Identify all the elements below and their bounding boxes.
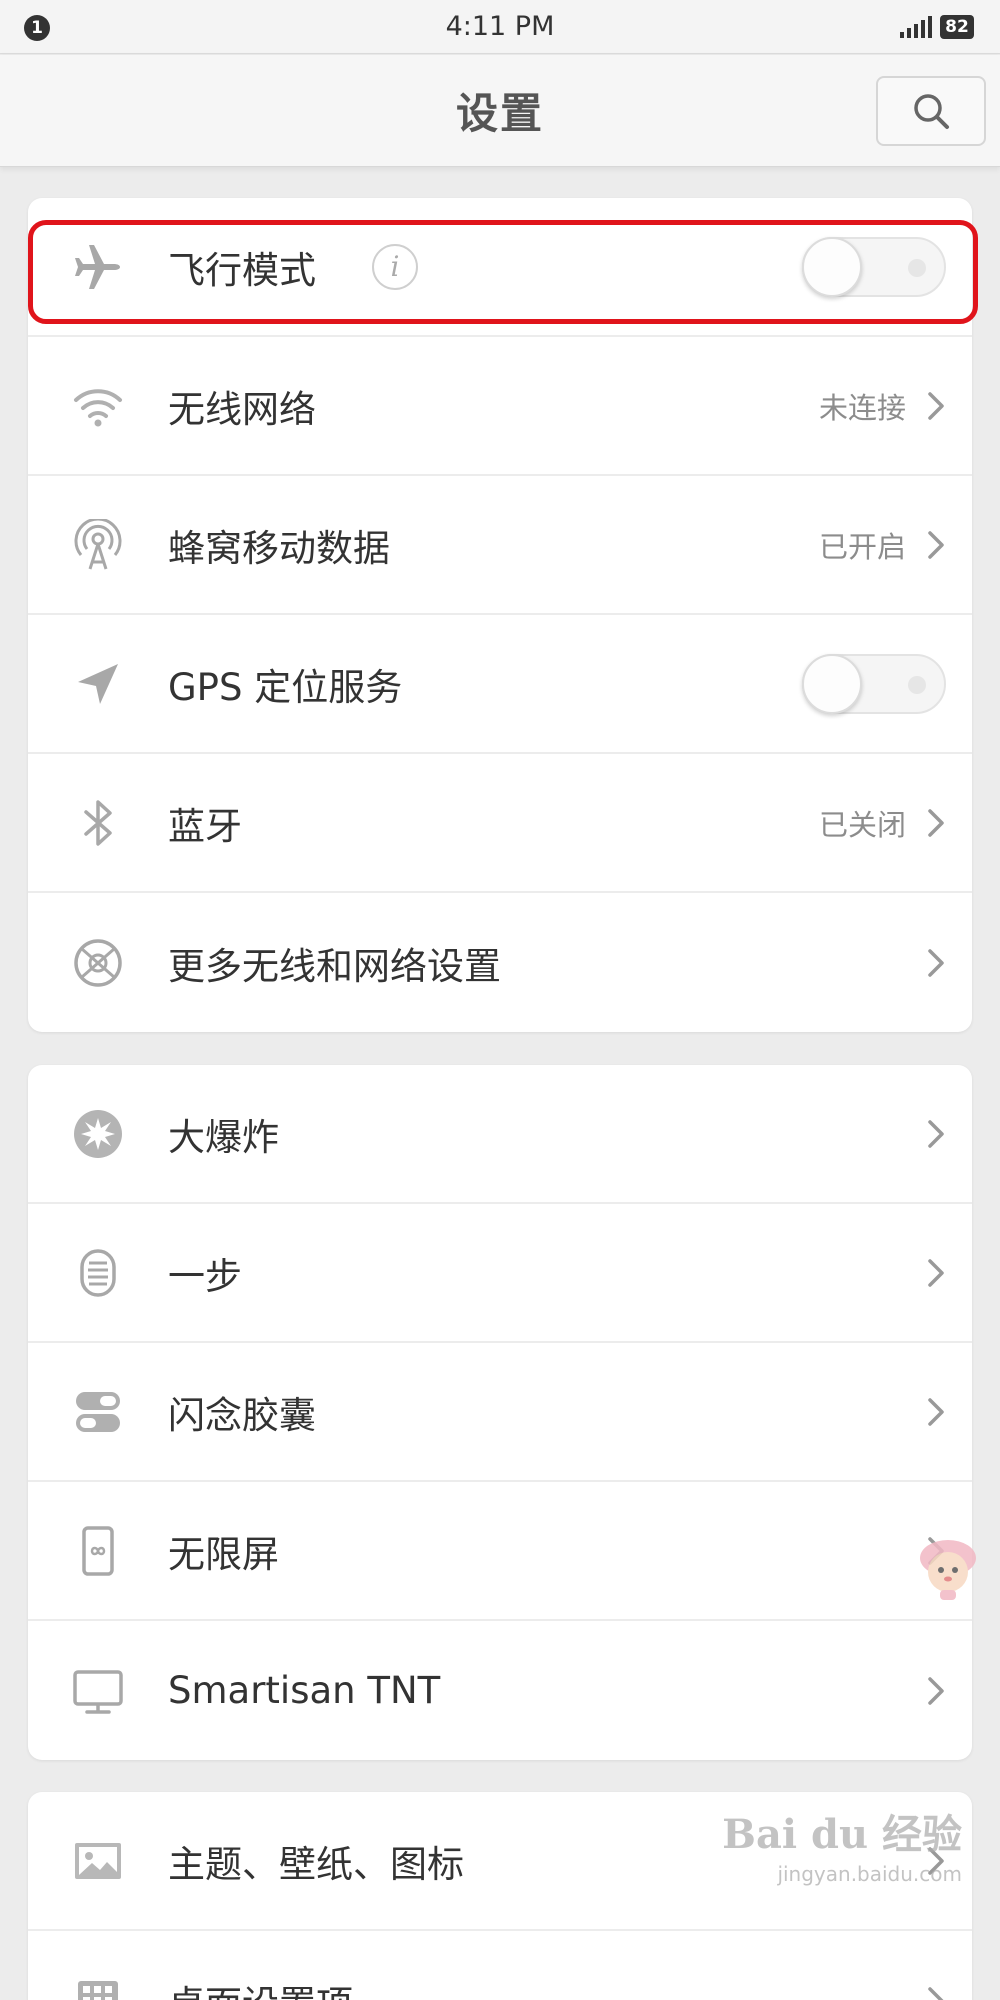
chevron-right-icon xyxy=(928,1986,944,2000)
big-bang-icon xyxy=(70,1106,126,1162)
airplane-mode-toggle[interactable] xyxy=(802,236,946,297)
phone-infinity-icon xyxy=(70,1523,126,1579)
settings-row-more-network[interactable]: 更多无线和网络设置 xyxy=(28,893,972,1032)
network-globe-icon xyxy=(70,935,126,991)
row-label: 飞行模式 xyxy=(168,248,316,292)
wifi-icon xyxy=(70,378,126,434)
status-indicators: 82 xyxy=(900,13,974,41)
search-icon xyxy=(914,94,949,129)
title-bar: 设置 xyxy=(0,55,1000,167)
watermark: Bai du 经验 jingyan.baidu.com xyxy=(722,1802,962,1886)
row-label: 无线网络 xyxy=(168,387,316,431)
row-label: 闪念胶囊 xyxy=(168,1393,316,1437)
settings-row-big-bang[interactable]: 大爆炸 xyxy=(28,1065,972,1204)
airplane-icon xyxy=(70,239,126,295)
row-label: 无限屏 xyxy=(168,1532,279,1576)
row-label: 蓝牙 xyxy=(168,804,242,848)
settings-row-capsule[interactable]: 闪念胶囊 xyxy=(28,1343,972,1482)
toggle-dot xyxy=(908,675,926,694)
watermark-url: jingyan.baidu.com xyxy=(777,1862,962,1886)
settings-row-wifi[interactable]: 无线网络 未连接 xyxy=(28,337,972,476)
watermark-brand: Bai du 经验 xyxy=(722,1811,962,1858)
row-label: GPS 定位服务 xyxy=(168,665,403,709)
cellular-tower-icon xyxy=(70,517,126,573)
toggle-dot xyxy=(908,258,926,277)
signal-icon xyxy=(900,16,932,38)
search-button[interactable] xyxy=(876,76,986,146)
mascot-icon[interactable] xyxy=(910,1528,986,1604)
features-card: 大爆炸 一步 闪念胶囊 无限屏 Smartisan TNT xyxy=(28,1065,972,1760)
chevron-right-icon xyxy=(928,1119,944,1148)
row-label: 一步 xyxy=(168,1254,242,1298)
battery-indicator: 82 xyxy=(940,15,974,39)
status-time: 4:11 PM xyxy=(445,11,555,42)
row-label: Smartisan TNT xyxy=(168,1669,441,1712)
bluetooth-icon xyxy=(70,795,126,851)
image-icon xyxy=(70,1833,126,1889)
settings-row-one-step[interactable]: 一步 xyxy=(28,1204,972,1343)
chevron-right-icon xyxy=(928,948,944,977)
settings-row-tnt[interactable]: Smartisan TNT xyxy=(28,1621,972,1760)
row-label: 更多无线和网络设置 xyxy=(168,944,501,988)
chevron-right-icon xyxy=(928,1258,944,1287)
toggle-knob xyxy=(802,236,862,297)
row-label: 桌面设置项 xyxy=(168,1974,353,2000)
chevron-right-icon xyxy=(928,1397,944,1426)
capsule-icon xyxy=(70,1384,126,1440)
status-bar: 1 4:11 PM 82 xyxy=(0,0,1000,54)
page-title: 设置 xyxy=(455,89,544,138)
notification-badge: 1 xyxy=(24,15,50,41)
row-label: 蜂窝移动数据 xyxy=(168,526,390,570)
settings-row-cellular[interactable]: 蜂窝移动数据 已开启 xyxy=(28,476,972,615)
toggle-knob xyxy=(802,653,862,714)
chevron-right-icon xyxy=(928,808,944,837)
settings-row-infinite-screen[interactable]: 无限屏 xyxy=(28,1482,972,1621)
row-label: 大爆炸 xyxy=(168,1115,279,1159)
network-settings-card: 飞行模式 i 无线网络 未连接 蜂窝移动数据 已开启 GPS 定位服务 蓝牙 已… xyxy=(28,198,972,1032)
settings-row-airplane-mode[interactable]: 飞行模式 i xyxy=(28,198,972,337)
location-arrow-icon xyxy=(70,656,126,712)
gps-toggle[interactable] xyxy=(802,653,946,714)
settings-row-gps[interactable]: GPS 定位服务 xyxy=(28,615,972,754)
settings-row-bluetooth[interactable]: 蓝牙 已关闭 xyxy=(28,754,972,893)
chevron-right-icon xyxy=(928,1676,944,1705)
one-step-icon xyxy=(70,1245,126,1301)
chevron-right-icon xyxy=(928,391,944,420)
monitor-icon xyxy=(70,1663,126,1719)
settings-row-desktop[interactable]: 桌面设置项 xyxy=(28,1931,972,2000)
info-icon[interactable]: i xyxy=(372,243,418,290)
grid-icon xyxy=(70,1973,126,2000)
cellular-status: 已开启 xyxy=(818,529,906,564)
row-label: 主题、壁纸、图标 xyxy=(168,1842,464,1886)
bluetooth-status: 已关闭 xyxy=(818,807,906,842)
wifi-status: 未连接 xyxy=(818,390,906,425)
chevron-right-icon xyxy=(928,530,944,559)
